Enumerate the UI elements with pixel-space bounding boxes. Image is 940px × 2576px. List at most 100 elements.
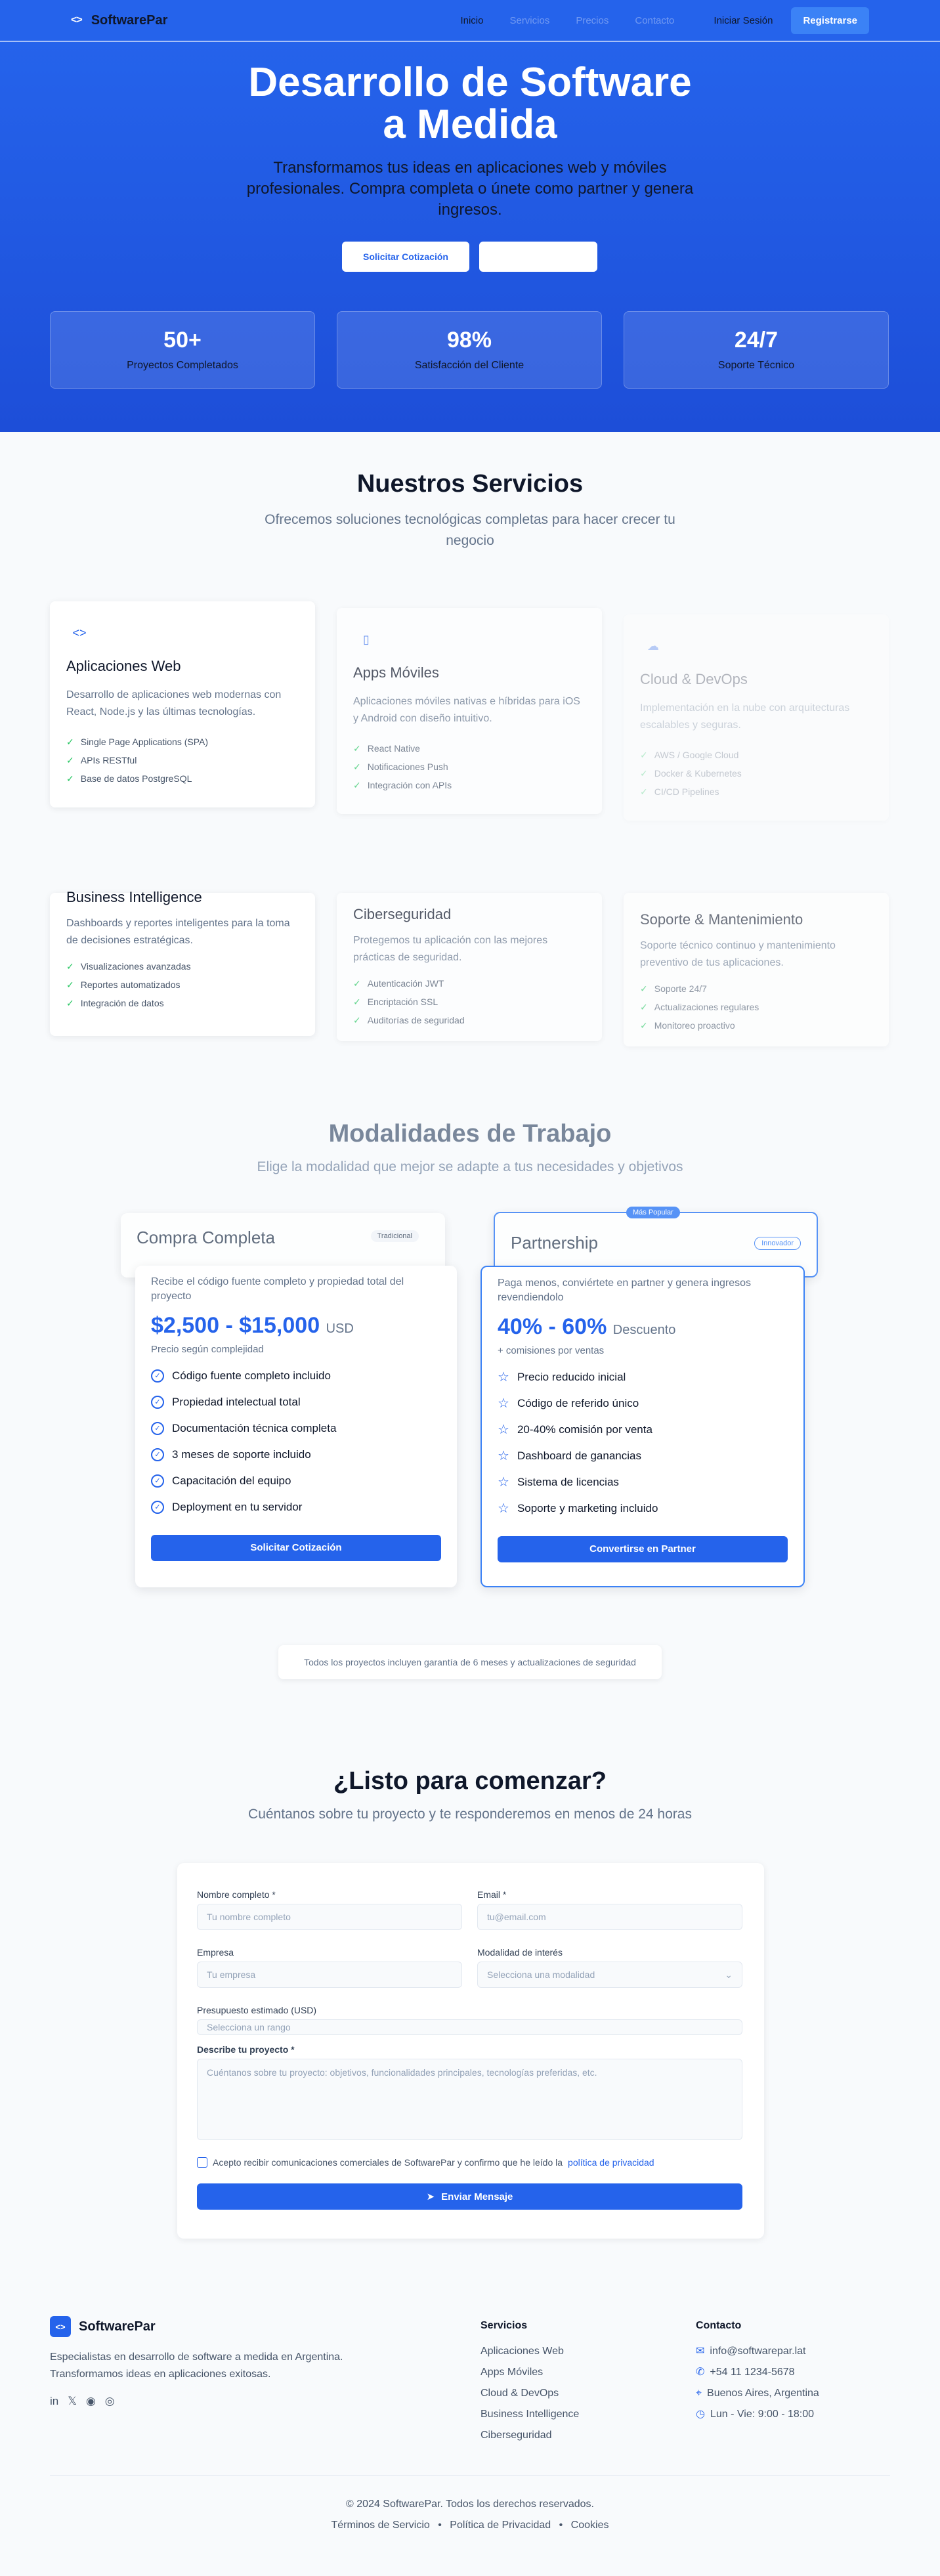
mode-select[interactable]: Selecciona una modalidad ⌄ [477, 1962, 742, 1988]
send-icon: ➤ [426, 2191, 435, 2202]
company-input[interactable]: Tu empresa [197, 1962, 462, 1988]
github-icon[interactable]: ◉ [86, 2395, 96, 2408]
feature-item: ✓ Propiedad intelectual total [151, 1389, 441, 1415]
code-icon: <> [50, 2316, 71, 2337]
plan-note: + comisiones por ventas [498, 1345, 605, 1356]
budget-select[interactable]: Selecciona un rango [197, 2019, 742, 2035]
consent-text: Acepto recibir comunicaciones comerciale… [213, 2157, 563, 2168]
secondary-cta-button[interactable] [479, 242, 597, 272]
terms-link[interactable]: Términos de Servicio [331, 2520, 430, 2531]
feature-item: Monitoreo proactivo [640, 1016, 872, 1035]
footer-email[interactable]: ✉ info@softwarepar.lat [696, 2341, 819, 2362]
register-button[interactable]: Registrarse [791, 7, 869, 34]
nav-link-servicios[interactable]: Servicios [509, 15, 549, 26]
stat-card: 50+ Proyectos Completados [50, 311, 315, 389]
services-title: Nuestros Servicios [356, 470, 584, 498]
privacy-link[interactable]: Política de Privacidad [450, 2520, 551, 2531]
plan-desc: Recibe el código fuente completo y propi… [151, 1276, 404, 1302]
service-title: Ciberseguridad [353, 906, 452, 922]
service-card-bi[interactable]: Business Intelligence Dashboards y repor… [50, 889, 315, 1036]
star-icon: ☆ [498, 1475, 509, 1490]
code-icon: <> [71, 14, 83, 26]
plan-badge: Tradicional [370, 1230, 419, 1242]
check-circle-icon: ✓ [151, 1448, 164, 1461]
footer-hours: ◷ Lun - Vie: 9:00 - 18:00 [696, 2409, 815, 2420]
service-title: Aplicaciones Web [66, 658, 181, 674]
footer-services-list: Aplicaciones Web Apps Móviles Cloud & De… [481, 2341, 579, 2446]
code-icon: <> [72, 626, 87, 639]
stat-card: 98% Satisfacción del Cliente [337, 311, 602, 389]
service-card-cloud[interactable]: ☁ Cloud & DevOps Implementación en la nu… [624, 614, 889, 821]
footer-link[interactable]: Business Intelligence [481, 2404, 579, 2425]
feature-item: ✓ Código fuente completo incluido [151, 1363, 441, 1389]
hero-subtitle: Transformamos tus ideas en aplicaciones … [246, 159, 694, 219]
service-card-web[interactable]: <> Aplicaciones Web Desarrollo de aplica… [50, 601, 315, 807]
become-partner-button[interactable]: Convertirse en Partner [498, 1536, 788, 1562]
footer-link[interactable]: Cloud & DevOps [481, 2383, 579, 2404]
feature-item: React Native [353, 739, 586, 758]
request-quote-button[interactable]: Solicitar Cotización [151, 1535, 441, 1561]
feature-item: Notificaciones Push [353, 758, 586, 776]
service-desc: Soporte técnico continuo y mantenimiento… [640, 940, 836, 968]
request-quote-button[interactable]: Solicitar Cotización [342, 242, 469, 272]
feature-item: ✓ Capacitación del equipo [151, 1468, 441, 1494]
footer-phone[interactable]: ✆ +54 11 1234-5678 [696, 2362, 819, 2383]
linkedin-icon[interactable]: in [50, 2395, 58, 2408]
feature-item: Docker & Kubernetes [640, 764, 872, 783]
submit-button[interactable]: ➤ Enviar Mensaje [197, 2183, 742, 2210]
nav-link-precios[interactable]: Precios [576, 15, 609, 26]
brand-name: SoftwarePar [91, 12, 168, 28]
email-input[interactable]: tu@email.com [477, 1904, 742, 1930]
plan-note: Precio según complejidad [151, 1344, 264, 1355]
star-icon: ☆ [498, 1449, 509, 1463]
service-desc: Protegemos tu aplicación con las mejores… [353, 935, 548, 963]
services-subtitle: Ofrecemos soluciones tecnológicas comple… [265, 512, 675, 548]
cookies-link[interactable]: Cookies [571, 2520, 609, 2531]
contact-form: Nombre completo * Tu nombre completo Ema… [177, 1863, 764, 2239]
instagram-icon[interactable]: ◎ [105, 2395, 115, 2408]
star-icon: ☆ [498, 1396, 509, 1411]
consent-checkbox[interactable] [197, 2157, 207, 2168]
description-label: Describe tu proyecto * [197, 2044, 295, 2055]
service-title: Soporte & Mantenimiento [640, 911, 803, 928]
login-link[interactable]: Iniciar Sesión [714, 15, 773, 26]
consent-row: Acepto recibir comunicaciones comerciale… [197, 2157, 654, 2168]
feature-item: ☆ Precio reducido inicial [498, 1364, 788, 1390]
location-icon: ⌖ [696, 2388, 702, 2399]
feature-item: Autenticación JWT [353, 974, 586, 993]
contact-title: ¿Listo para comenzar? [333, 1767, 607, 1795]
footer-link[interactable]: Apps Móviles [481, 2362, 579, 2383]
check-circle-icon: ✓ [151, 1501, 164, 1514]
service-desc: Aplicaciones móviles nativas e híbridas … [353, 696, 580, 724]
service-card-support[interactable]: Soporte & Mantenimiento Soporte técnico … [624, 893, 889, 1046]
brand-logo[interactable]: <> SoftwarePar [71, 13, 167, 28]
footer-link[interactable]: Ciberseguridad [481, 2425, 579, 2446]
feature-item: ☆ Sistema de licencias [498, 1469, 788, 1495]
service-desc: Implementación en la nube con arquitectu… [640, 702, 850, 731]
service-desc: Desarrollo de aplicaciones web modernas … [66, 689, 282, 718]
service-card-mobile[interactable]: ▯ Apps Móviles Aplicaciones móviles nati… [337, 608, 602, 814]
budget-label: Presupuesto estimado (USD) [197, 2005, 317, 2015]
service-card-security[interactable]: Ciberseguridad Protegemos tu aplicación … [337, 893, 602, 1041]
privacy-policy-link[interactable]: política de privacidad [568, 2157, 654, 2168]
plan-badge: Innovador [754, 1237, 801, 1250]
footer-location: ⌖ Buenos Aires, Argentina [696, 2388, 819, 2399]
clock-icon: ◷ [696, 2409, 705, 2420]
name-input[interactable]: Tu nombre completo [197, 1904, 462, 1930]
star-icon: ☆ [498, 1423, 509, 1437]
footer-services-title: Servicios [481, 2320, 528, 2331]
mail-icon: ✉ [696, 2346, 705, 2357]
separator: • [559, 2520, 563, 2531]
nav-link-inicio[interactable]: Inicio [460, 15, 483, 26]
footer-brand[interactable]: <> SoftwarePar [50, 2316, 156, 2337]
nav-link-contacto[interactable]: Contacto [635, 15, 674, 26]
feature-item: ☆ 20-40% comisión por venta [498, 1417, 788, 1443]
plan-price: $2,500 - $15,000 USD [151, 1313, 354, 1338]
plan-price: 40% - 60% Descuento [498, 1314, 676, 1339]
twitter-icon[interactable]: 𝕏 [68, 2395, 77, 2408]
feature-item: ✓ Documentación técnica completa [151, 1415, 441, 1442]
description-textarea[interactable]: Cuéntanos sobre tu proyecto: objetivos, … [197, 2059, 742, 2140]
footer-tagline: Especialistas en desarrollo de software … [50, 2351, 343, 2380]
footer-link[interactable]: Aplicaciones Web [481, 2341, 579, 2362]
footer-brand-name: SoftwarePar [79, 2319, 156, 2334]
